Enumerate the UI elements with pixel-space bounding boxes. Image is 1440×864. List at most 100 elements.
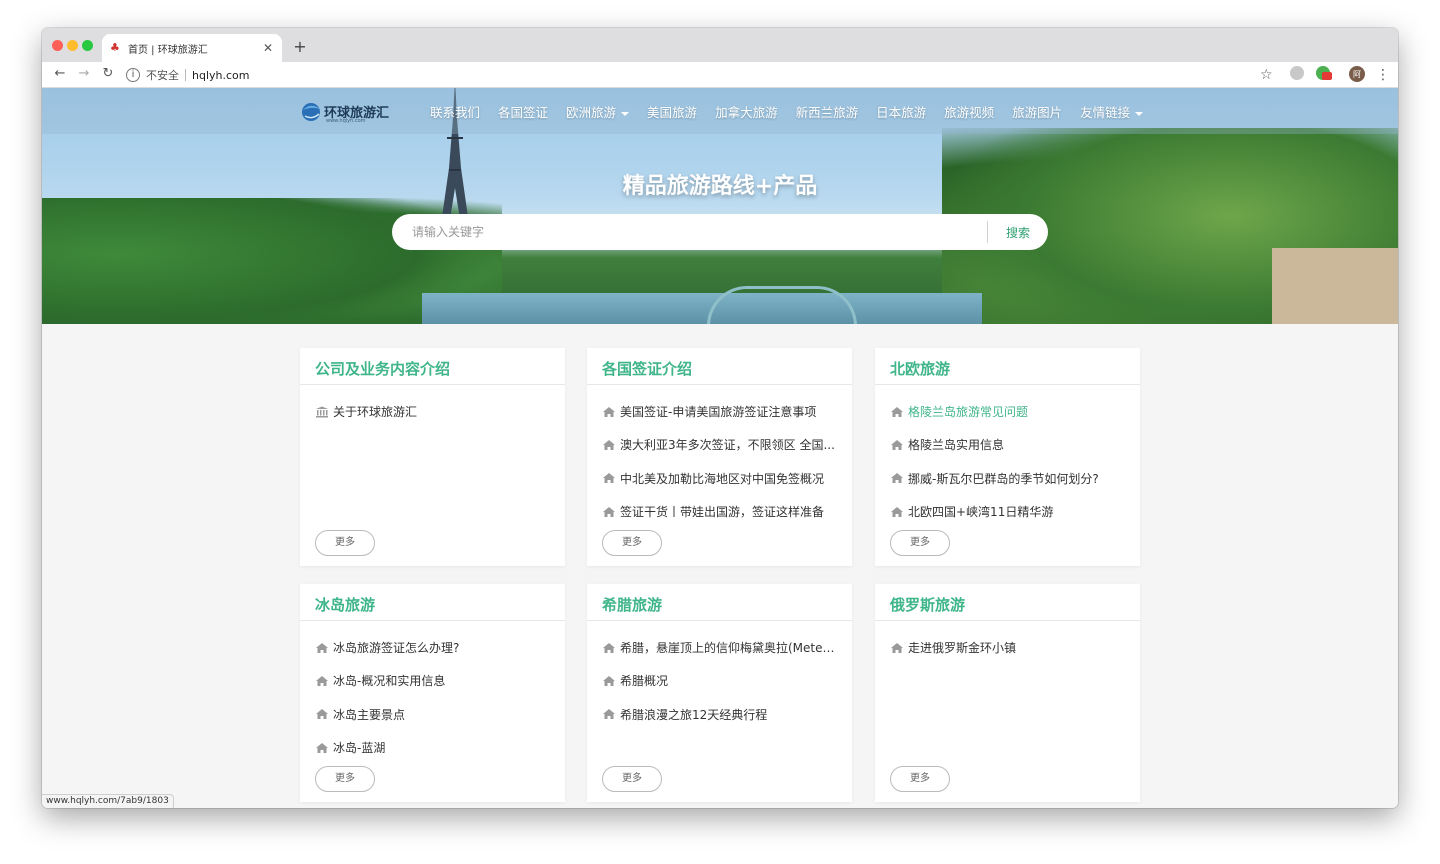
nav-photos[interactable]: 旅游图片 bbox=[1012, 102, 1062, 121]
bookmark-star-icon[interactable]: ☆ bbox=[1260, 66, 1273, 84]
home-icon bbox=[602, 708, 616, 720]
nav-canada[interactable]: 加拿大旅游 bbox=[715, 102, 778, 121]
close-window-button[interactable] bbox=[52, 40, 63, 51]
card-title[interactable]: 冰岛旅游 bbox=[315, 594, 565, 615]
list-item-text: 格陵兰岛实用信息 bbox=[908, 438, 1005, 453]
list-item[interactable]: 希腊浪漫之旅12天经典行程 bbox=[602, 698, 837, 731]
search-bar: 搜索 bbox=[392, 214, 1048, 250]
maximize-window-button[interactable] bbox=[82, 40, 93, 51]
hero-banner: 环球旅游汇 www.hqlyh.com 联系我们 各国签证 欧洲旅游 美国旅游 … bbox=[42, 88, 1398, 324]
tab-home[interactable]: ♣ 首页 | 环球旅游汇 ✕ bbox=[102, 34, 282, 62]
list-item[interactable]: 格陵兰岛实用信息 bbox=[890, 428, 1125, 461]
nav-europe[interactable]: 欧洲旅游 bbox=[566, 102, 630, 121]
list-item[interactable]: 签证干货丨带娃出国游，签证这样准备 bbox=[602, 495, 837, 528]
list-item[interactable]: 冰岛-概况和实用信息 bbox=[315, 664, 550, 697]
nav-newzealand[interactable]: 新西兰旅游 bbox=[796, 102, 859, 121]
list-item-text: 走进俄罗斯金环小镇 bbox=[908, 641, 1017, 656]
url-text[interactable]: hqlyh.com bbox=[192, 69, 249, 82]
home-icon bbox=[602, 675, 616, 687]
list-item-text: 冰岛-蓝湖 bbox=[333, 741, 386, 756]
reload-icon[interactable]: ↻ bbox=[100, 66, 116, 82]
home-icon bbox=[890, 642, 904, 654]
home-icon bbox=[602, 642, 616, 654]
home-icon bbox=[602, 406, 616, 418]
list-item[interactable]: 北欧四国+峡湾11日精华游 bbox=[890, 495, 1125, 528]
more-button[interactable]: 更多 bbox=[602, 530, 662, 556]
site-logo[interactable]: 环球旅游汇 www.hqlyh.com bbox=[300, 100, 389, 124]
list-item-text: 希腊浪漫之旅12天经典行程 bbox=[620, 707, 768, 722]
address-bar[interactable]: i 不安全 hqlyh.com bbox=[126, 65, 1256, 85]
card-3: 冰岛旅游冰岛旅游签证怎么办理? 冰岛-概况和实用信息冰岛主要景点冰岛-蓝湖更多 bbox=[300, 584, 565, 802]
list-item[interactable]: 希腊概况 bbox=[602, 664, 837, 697]
info-icon[interactable]: i bbox=[126, 68, 140, 82]
card-header: 北欧旅游 bbox=[875, 348, 1140, 385]
list-item[interactable]: 美国签证-申请美国旅游签证注意事项 bbox=[602, 395, 837, 428]
browser-menu-icon[interactable]: ⋮ bbox=[1376, 66, 1390, 84]
home-icon bbox=[602, 506, 616, 518]
list-item-text: 冰岛旅游签证怎么办理? bbox=[333, 641, 460, 656]
nav-contact[interactable]: 联系我们 bbox=[430, 102, 480, 121]
card-header: 各国签证介绍 bbox=[587, 348, 852, 385]
card-header: 俄罗斯旅游 bbox=[875, 584, 1140, 621]
card-list: 关于环球旅游汇 bbox=[300, 385, 565, 428]
list-item[interactable]: 冰岛主要景点 bbox=[315, 698, 550, 731]
more-button[interactable]: 更多 bbox=[890, 530, 950, 556]
back-arrow-icon[interactable]: ← bbox=[52, 66, 68, 82]
caret-down-icon bbox=[1135, 111, 1144, 116]
card-4: 希腊旅游希腊，悬崖顶上的信仰梅黛奥拉(Meteora) 希腊概况希腊浪漫之旅12天… bbox=[587, 584, 852, 802]
web-page: 环球旅游汇 www.hqlyh.com 联系我们 各国签证 欧洲旅游 美国旅游 … bbox=[42, 88, 1398, 808]
card-header: 希腊旅游 bbox=[587, 584, 852, 621]
forward-arrow-icon[interactable]: → bbox=[76, 66, 92, 82]
tab-strip: ♣ 首页 | 环球旅游汇 ✕ + bbox=[42, 28, 1398, 62]
minimize-window-button[interactable] bbox=[67, 40, 78, 51]
more-button[interactable]: 更多 bbox=[315, 766, 375, 792]
more-button[interactable]: 更多 bbox=[890, 766, 950, 792]
hero-bridge bbox=[707, 286, 857, 324]
home-icon bbox=[890, 472, 904, 484]
list-item[interactable]: 澳大利亚3年多次签证，不限领区 全国... bbox=[602, 428, 837, 461]
nav-japan[interactable]: 日本旅游 bbox=[876, 102, 926, 121]
more-button[interactable]: 更多 bbox=[315, 530, 375, 556]
new-tab-button[interactable]: + bbox=[292, 37, 308, 56]
tab-close-icon[interactable]: ✕ bbox=[262, 41, 274, 55]
card-title[interactable]: 公司及业务内容介绍 bbox=[315, 358, 565, 379]
list-item[interactable]: 挪威-斯瓦尔巴群岛的季节如何划分? bbox=[890, 462, 1125, 495]
more-button[interactable]: 更多 bbox=[602, 766, 662, 792]
hero-river bbox=[422, 293, 982, 324]
list-item-text: 澳大利亚3年多次签证，不限领区 全国... bbox=[620, 438, 835, 453]
nav-usa[interactable]: 美国旅游 bbox=[647, 102, 697, 121]
list-item[interactable]: 冰岛旅游签证怎么办理? bbox=[315, 631, 550, 664]
caret-down-icon bbox=[621, 111, 630, 116]
card-title[interactable]: 北欧旅游 bbox=[890, 358, 1140, 379]
status-bar-url: www.hqlyh.com/7ab9/1803 bbox=[42, 794, 174, 808]
list-item[interactable]: 中北美及加勒比海地区对中国免签概况 bbox=[602, 462, 837, 495]
list-item[interactable]: 希腊，悬崖顶上的信仰梅黛奥拉(Meteora) bbox=[602, 631, 837, 664]
search-button[interactable]: 搜索 bbox=[988, 224, 1048, 241]
list-item[interactable]: 冰岛-蓝湖 bbox=[315, 731, 550, 764]
extension-icon[interactable] bbox=[1290, 66, 1304, 80]
nav-visa[interactable]: 各国签证 bbox=[498, 102, 548, 121]
home-icon bbox=[602, 472, 616, 484]
list-item-text: 冰岛-概况和实用信息 bbox=[333, 674, 446, 689]
list-item[interactable]: 走进俄罗斯金环小镇 bbox=[890, 631, 1125, 664]
home-icon bbox=[890, 439, 904, 451]
list-item[interactable]: 关于环球旅游汇 bbox=[315, 395, 550, 428]
nav-videos[interactable]: 旅游视频 bbox=[944, 102, 994, 121]
card-list: 冰岛旅游签证怎么办理? 冰岛-概况和实用信息冰岛主要景点冰岛-蓝湖 bbox=[300, 621, 565, 764]
list-item-text: 关于环球旅游汇 bbox=[333, 405, 418, 420]
hero-title: 精品旅游路线+产品 bbox=[622, 174, 818, 199]
profile-avatar[interactable]: 阿 bbox=[1349, 66, 1365, 82]
list-item[interactable]: 格陵兰岛旅游常见问题 bbox=[890, 395, 1125, 428]
card-header: 公司及业务内容介绍 bbox=[300, 348, 565, 385]
nav-links-friends[interactable]: 友情链接 bbox=[1080, 102, 1144, 121]
list-item-text: 北欧四国+峡湾11日精华游 bbox=[908, 505, 1054, 520]
card-title[interactable]: 俄罗斯旅游 bbox=[890, 594, 1140, 615]
globe-logo-icon bbox=[302, 103, 320, 121]
extension-badge-icon[interactable] bbox=[1316, 66, 1332, 80]
card-5: 俄罗斯旅游走进俄罗斯金环小镇更多 bbox=[875, 584, 1140, 802]
list-item-text: 希腊概况 bbox=[620, 674, 669, 689]
card-list: 走进俄罗斯金环小镇 bbox=[875, 621, 1140, 664]
card-title[interactable]: 各国签证介绍 bbox=[602, 358, 852, 379]
card-title[interactable]: 希腊旅游 bbox=[602, 594, 852, 615]
search-input[interactable] bbox=[392, 214, 987, 250]
